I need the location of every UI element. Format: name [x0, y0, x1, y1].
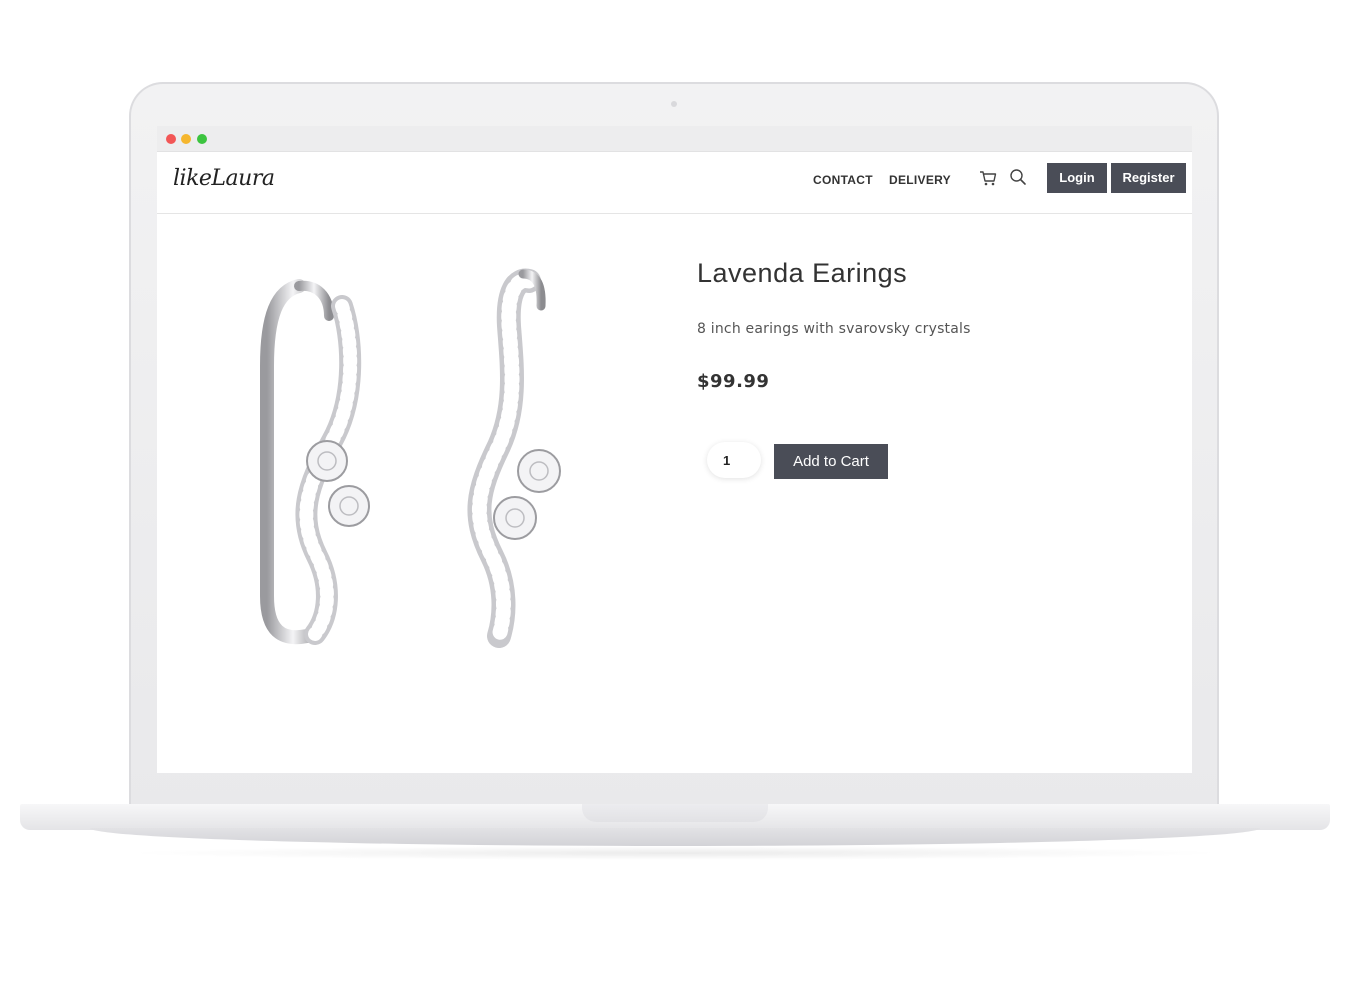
login-button[interactable]: Login — [1047, 163, 1107, 193]
nav-contact-link[interactable]: CONTACT — [813, 173, 873, 187]
laptop-notch — [582, 804, 768, 822]
browser-chrome — [157, 126, 1192, 152]
quantity-input[interactable] — [707, 442, 761, 478]
laptop-shadow — [120, 846, 1230, 860]
register-button[interactable]: Register — [1111, 163, 1186, 193]
window-minimize-button[interactable] — [181, 134, 191, 144]
window-maximize-button[interactable] — [197, 134, 207, 144]
laptop-camera — [671, 101, 677, 107]
browser-screen: likeLaura CONTACT DELIVERY Login Registe… — [157, 126, 1192, 773]
site-logo[interactable]: likeLaura — [173, 166, 275, 191]
add-to-cart-button[interactable]: Add to Cart — [774, 444, 888, 479]
window-close-button[interactable] — [166, 134, 176, 144]
search-icon[interactable] — [1009, 168, 1027, 186]
product-description: 8 inch earings with svarovsky crystals — [697, 321, 971, 337]
cart-icon[interactable] — [978, 168, 998, 188]
nav-delivery-link[interactable]: DELIVERY — [889, 173, 951, 187]
site-header: likeLaura CONTACT DELIVERY Login Registe… — [157, 152, 1192, 214]
product-title: Lavenda Earings — [697, 258, 908, 288]
product-price: $99.99 — [697, 371, 770, 392]
laptop-base-bottom — [90, 828, 1260, 846]
product-image — [237, 256, 617, 656]
